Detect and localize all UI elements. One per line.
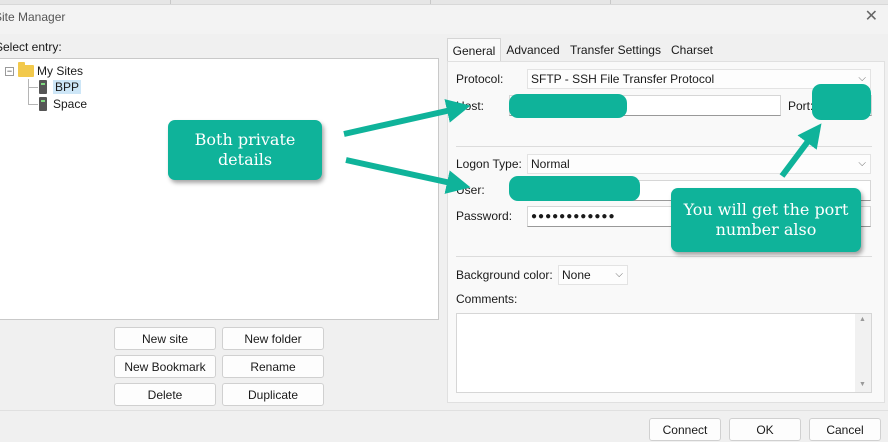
title-bar <box>0 0 888 34</box>
chevron-down-icon: ⌵ <box>615 269 623 280</box>
user-redaction <box>509 176 640 201</box>
logon-type-select[interactable]: Normal ⌵ <box>527 154 871 174</box>
comments-textarea[interactable] <box>456 313 872 393</box>
logon-type-label: Logon Type: <box>456 157 522 171</box>
scroll-up-icon[interactable]: ▲ <box>859 316 866 323</box>
tree-connector <box>28 87 38 88</box>
top-tick <box>610 0 611 4</box>
protocol-value: SFTP - SSH File Transfer Protocol <box>531 72 715 86</box>
cancel-button[interactable]: Cancel <box>809 418 881 441</box>
rename-button[interactable]: Rename <box>222 355 324 378</box>
tree-root-label: My Sites <box>37 64 84 78</box>
window-title: Site Manager <box>0 10 66 24</box>
tree-connector <box>28 104 38 105</box>
tab-general[interactable]: General <box>447 38 501 62</box>
top-strip <box>0 0 888 5</box>
separator <box>456 146 872 147</box>
tree-connector <box>28 79 29 105</box>
connect-button[interactable]: Connect <box>649 418 721 441</box>
tab-advanced[interactable]: Advanced <box>503 38 563 62</box>
server-icon <box>39 80 47 94</box>
folder-icon <box>18 62 34 77</box>
footer-divider <box>0 410 888 411</box>
new-folder-button[interactable]: New folder <box>222 327 324 350</box>
new-bookmark-button[interactable]: New Bookmark <box>114 355 216 378</box>
tab-charset[interactable]: Charset <box>667 38 717 62</box>
collapse-icon[interactable]: − <box>5 66 14 76</box>
new-site-button[interactable]: New site <box>114 327 216 350</box>
password-label: Password: <box>456 209 513 223</box>
protocol-label: Protocol: <box>456 72 504 86</box>
port-callout: You will get the port number also <box>671 188 861 252</box>
private-details-callout: Both private details <box>168 120 322 180</box>
server-icon <box>39 97 47 111</box>
top-tick <box>430 0 431 4</box>
background-color-value: None <box>562 268 591 282</box>
port-label: Port: <box>788 99 814 113</box>
close-icon[interactable]: ✕ <box>865 6 878 26</box>
top-tick <box>170 0 171 4</box>
ok-button[interactable]: OK <box>729 418 801 441</box>
separator <box>456 256 872 257</box>
background-color-select[interactable]: None ⌵ <box>558 265 628 285</box>
tree-item-label: BPP <box>53 80 82 94</box>
site-tree[interactable]: − My Sites BPP Space <box>0 58 439 320</box>
host-label: Host: <box>456 99 485 113</box>
delete-button[interactable]: Delete <box>114 383 216 406</box>
host-redaction <box>509 94 627 118</box>
scroll-down-icon[interactable]: ▼ <box>859 381 866 388</box>
tab-transfer-settings[interactable]: Transfer Settings <box>567 38 664 62</box>
user-label: User: <box>456 183 485 197</box>
select-entry-label: Select entry: <box>0 40 62 54</box>
logon-type-value: Normal <box>531 157 570 171</box>
port-redaction <box>812 84 871 120</box>
duplicate-button[interactable]: Duplicate <box>222 383 324 406</box>
comments-label: Comments: <box>456 292 518 306</box>
password-mask: ●●●●●●●●●●●● <box>531 211 616 222</box>
tree-item-space[interactable]: Space <box>39 97 87 111</box>
chevron-down-icon: ⌵ <box>858 158 866 169</box>
tree-item-label: Space <box>53 97 88 111</box>
tree-item-bpp[interactable]: BPP <box>39 80 82 94</box>
tree-root[interactable]: − My Sites <box>5 62 84 78</box>
background-color-label: Background color: <box>456 268 553 282</box>
